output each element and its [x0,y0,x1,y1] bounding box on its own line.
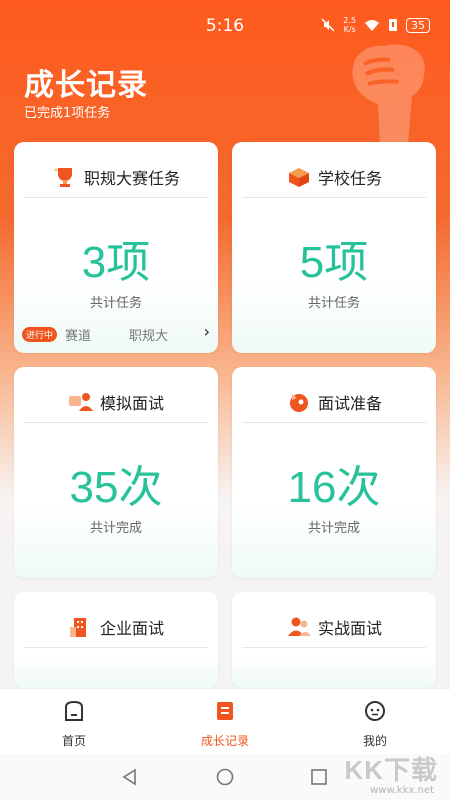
rocket-icon [289,393,308,412]
battery-indicator: 35 [406,17,430,33]
mute-icon [321,18,335,32]
card-caption: 共计任务 [89,296,142,311]
home-icon [65,700,83,721]
tab-label: 我的 [362,734,387,748]
back-icon[interactable] [121,768,139,786]
status-icons: 2.5 K/s 35 [321,16,430,34]
card-label: 企业面试 [99,618,164,638]
interview-icon [68,392,93,411]
watermark-logo: KK下载 [344,755,438,785]
bottom-tab-bar: 首页 成长记录 我的 [0,688,450,754]
card-value: 5项 [299,238,369,287]
card-caption: 共计完成 [307,521,360,536]
card-header: 企业面试 [24,606,208,648]
speed-value: 2.5 [343,16,356,25]
card-school-tasks[interactable]: 学校任务 5项 共计任务 [232,142,436,353]
card-header: 模拟面试 [24,381,208,423]
chevron-right-icon[interactable]: › [204,322,210,341]
card-mock-interview[interactable]: 模拟面试 35次 共计完成 [14,367,218,578]
status-badge: 进行中 [22,326,58,342]
card-practical-interview[interactable]: 实战面试 [232,592,436,688]
card-label: 实战面试 [317,618,382,638]
card-value: 16次 [287,463,381,512]
fist-illustration-icon [352,44,425,144]
tab-label: 首页 [61,734,86,748]
tab-label: 成长记录 [200,734,249,748]
school-box-icon [288,167,309,187]
card-interview-prep[interactable]: 面试准备 16次 共计完成 [232,367,436,578]
building-icon [69,617,86,637]
card-header: 职规大赛任务 [24,156,208,198]
ticker-item: 赛道 [65,328,92,344]
profile-icon [365,701,385,721]
card-competition-tasks[interactable]: 职规大赛任务 3项 共计任务 进行中 赛道 职规大 › [14,142,218,353]
card-label: 面试准备 [317,393,382,413]
card-header: 学校任务 [242,156,426,198]
page-title: 成长记录 [24,68,148,103]
ticker-item: 职规大 [129,328,169,344]
home-circle-icon[interactable] [216,768,234,786]
record-icon [217,702,233,720]
sim-icon [389,19,397,31]
recents-icon[interactable] [310,768,328,786]
card-caption: 共计任务 [307,296,360,311]
network-speed: 2.5 K/s [343,16,356,34]
card-company-interview[interactable]: 企业面试 [14,592,218,688]
card-header: 实战面试 [242,606,426,648]
card-value: 35次 [69,463,163,512]
card-caption: 共计完成 [89,521,142,536]
card-header: 面试准备 [242,381,426,423]
card-label: 模拟面试 [99,393,164,413]
speed-unit: K/s [343,25,356,34]
tab-growth-record[interactable]: 成长记录 [175,699,275,749]
trophy-icon [53,166,72,187]
task-ticker[interactable]: 进行中 赛道 职规大 › [22,322,210,346]
people-icon [287,617,311,636]
page-subtitle: 已完成1项任务 [24,106,111,121]
card-label: 学校任务 [317,168,382,188]
tab-profile[interactable]: 我的 [325,699,425,749]
tab-home[interactable]: 首页 [24,699,124,749]
wifi-icon [365,19,379,31]
card-value: 3项 [81,238,151,287]
card-label: 职规大赛任务 [83,168,180,188]
watermark-url: www.kkx.net [370,785,434,796]
